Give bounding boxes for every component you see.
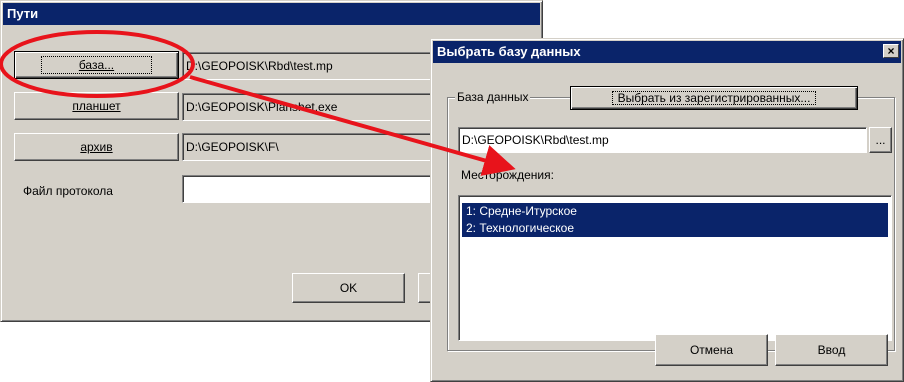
db-path-input[interactable]: D:\GEOPOISK\Rbd\test.mp (458, 127, 867, 153)
base-path-field[interactable]: D:\GEOPOISK\Rbd\test.mp (182, 52, 444, 80)
fields-list-item-2[interactable]: 2: Технологическое (462, 220, 888, 237)
close-icon[interactable]: × (883, 44, 899, 58)
planshet-button-label: планшет (72, 99, 121, 113)
browse-button[interactable]: ... (869, 127, 892, 153)
fields-listbox[interactable]: 1: Средне-Итурское 2: Технологическое (458, 195, 892, 341)
planshet-path-field[interactable]: D:\GEOPOISK\Planshet.exe (182, 93, 444, 121)
select-registered-button-label: Выбрать из зарегистрированных... (608, 87, 821, 109)
select-db-dialog: Выбрать базу данных × База данных Выбрат… (430, 38, 904, 382)
archive-button[interactable]: архив (14, 133, 179, 161)
archive-path-field[interactable]: D:\GEOPOISK\F\ (182, 133, 444, 161)
fields-list-item-1[interactable]: 1: Средне-Итурское (462, 203, 888, 220)
protocol-file-input[interactable] (182, 175, 444, 203)
ok-button[interactable]: OK (292, 273, 405, 303)
enter-button[interactable]: Ввод (775, 334, 888, 366)
planshet-button[interactable]: планшет (14, 92, 179, 120)
select-db-dialog-title-text: Выбрать базу данных (437, 44, 581, 59)
archive-button-label: архив (80, 140, 113, 154)
base-button[interactable]: база... (14, 51, 179, 79)
browse-button-label: ... (875, 133, 886, 147)
protocol-label: Файл протокола (23, 184, 113, 198)
database-group-label: База данных (455, 90, 531, 104)
base-button-label: база... (37, 52, 156, 78)
cancel-button-label: Отмена (689, 343, 734, 357)
select-registered-button[interactable]: Выбрать из зарегистрированных... (570, 86, 858, 110)
ok-button-label: OK (339, 281, 358, 295)
select-db-dialog-title: Выбрать базу данных × (433, 41, 901, 63)
enter-button-label: Ввод (817, 343, 846, 357)
paths-dialog-title: Пути (3, 3, 540, 25)
fields-label: Месторождения: (461, 168, 554, 182)
cancel-button[interactable]: Отмена (655, 334, 768, 366)
